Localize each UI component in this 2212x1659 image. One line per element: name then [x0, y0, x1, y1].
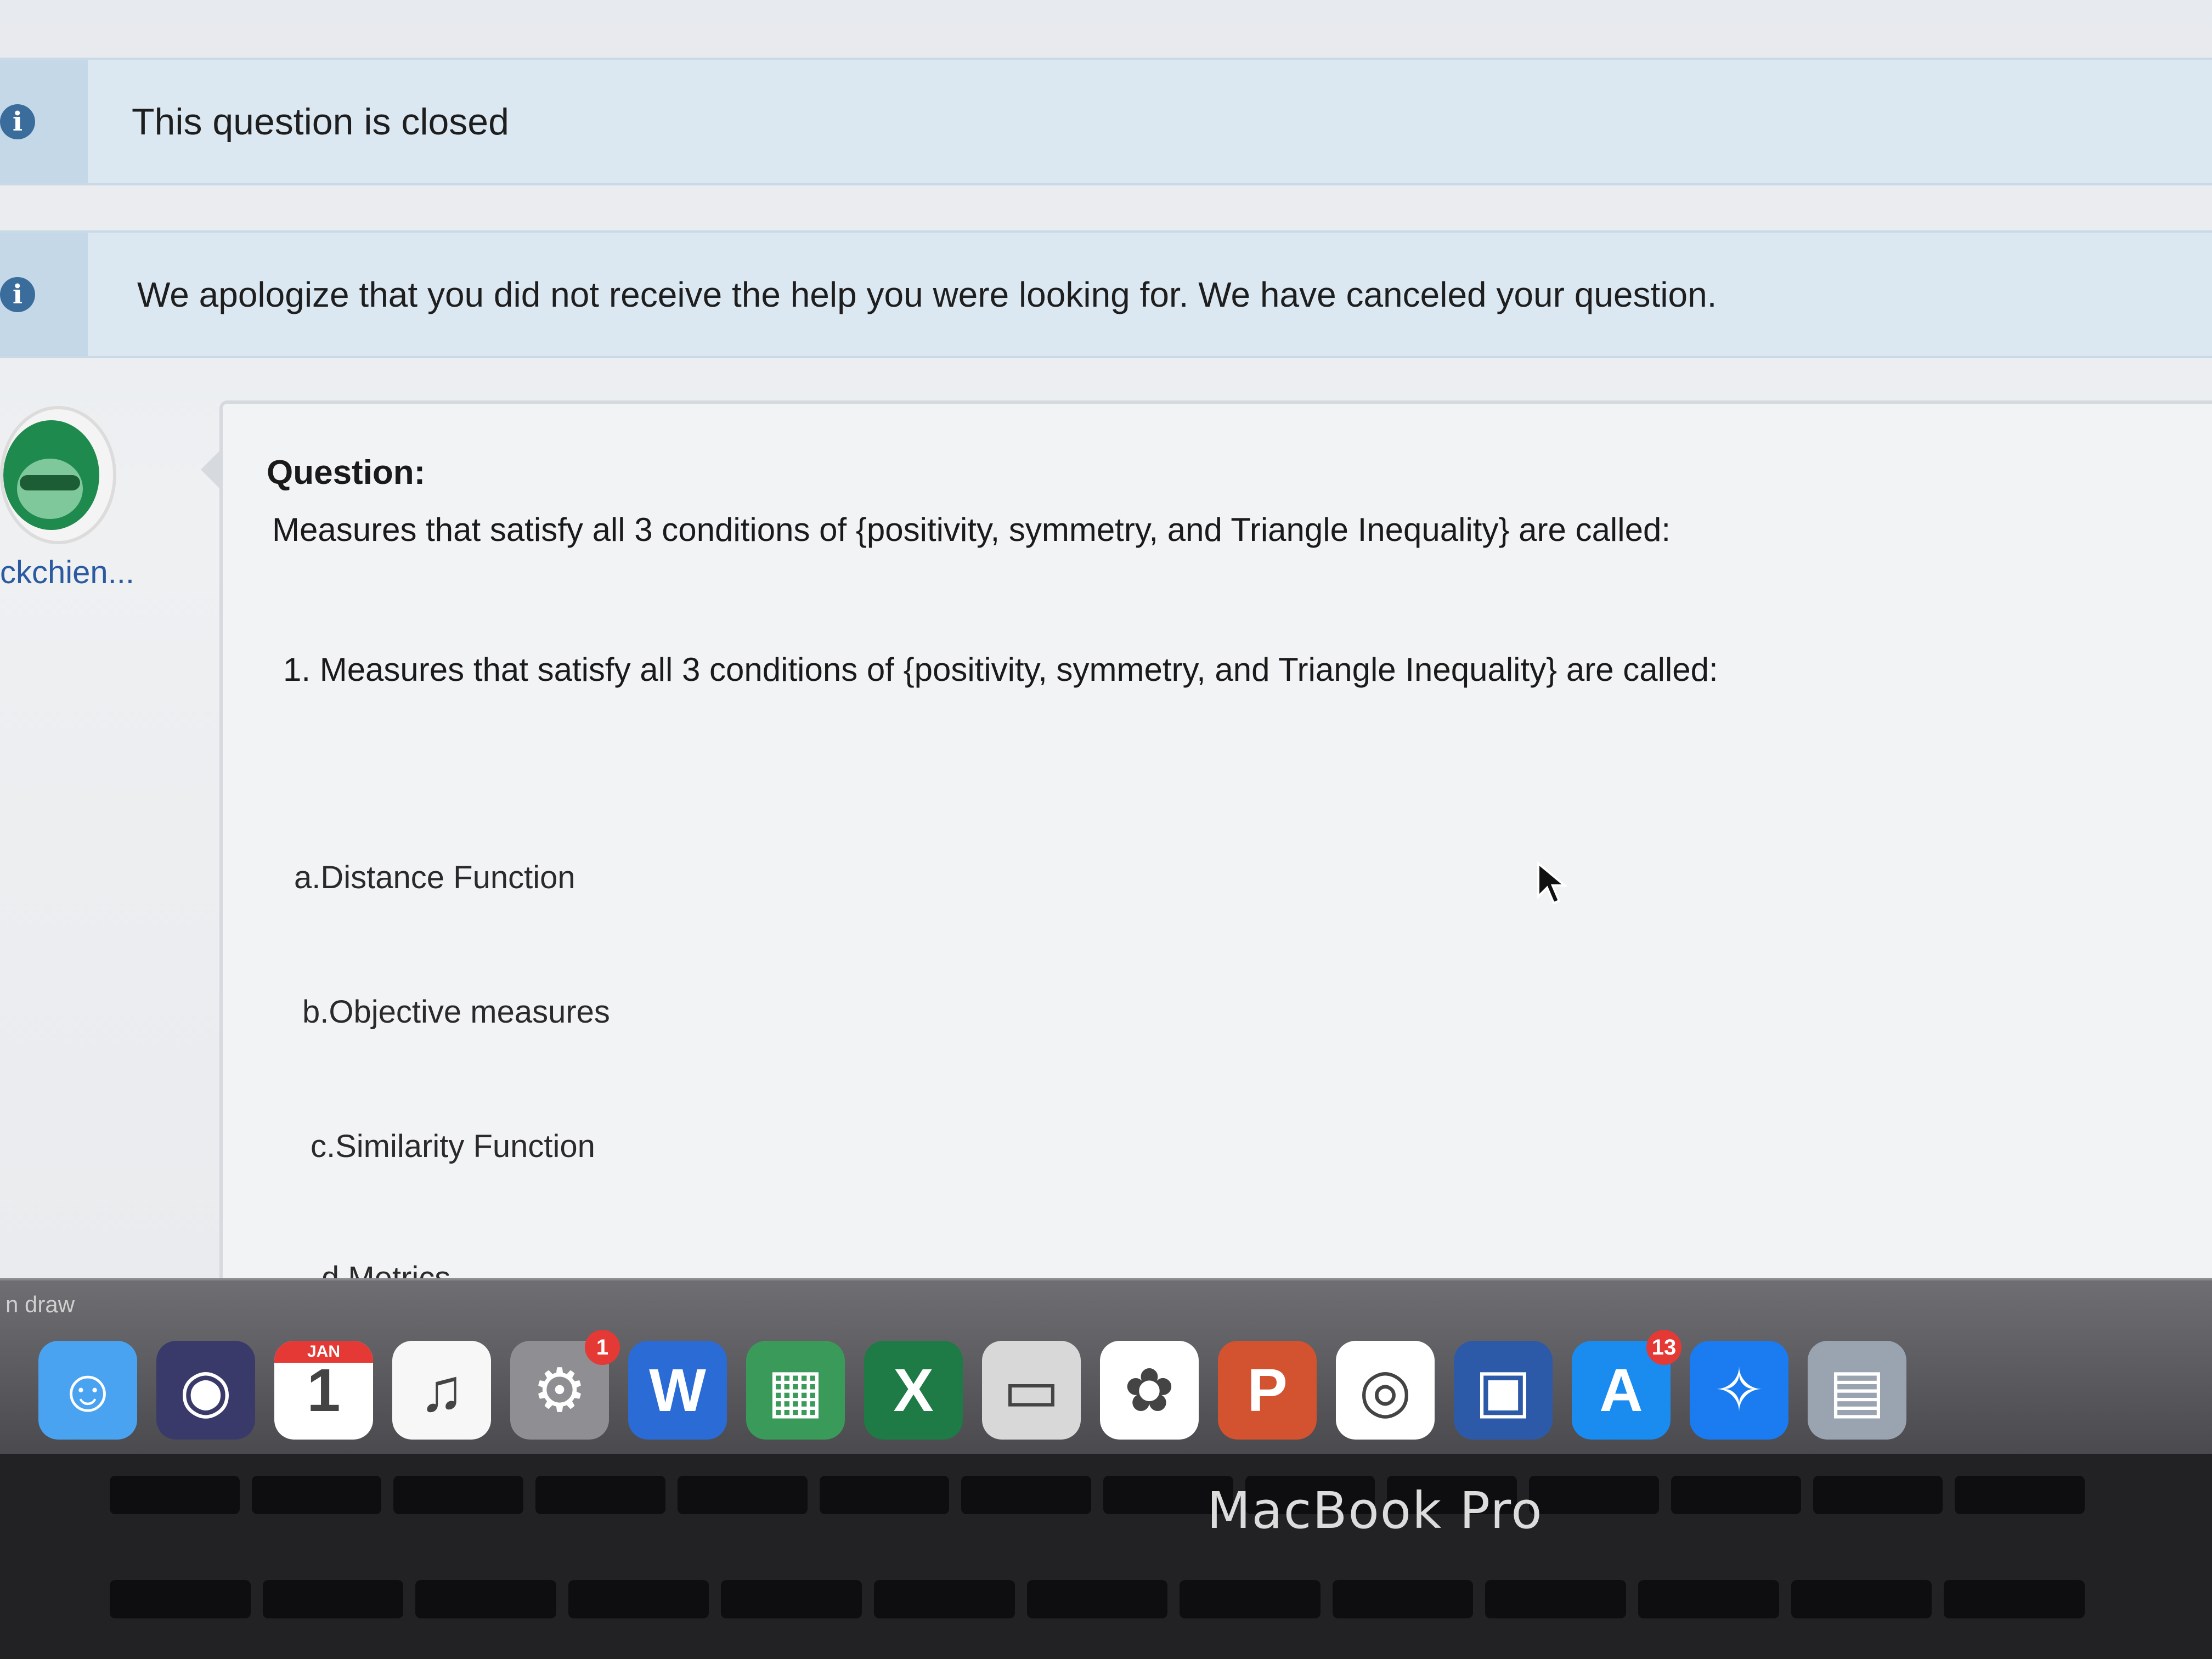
app-store-icon[interactable]: A 13 [1572, 1330, 1681, 1440]
dock: n draw ☺ ◉ JAN 1 ♫ ⚙ 1 W ▦ X ▭ ✿ P ◎ ▣ A 13 ✧ ▤ [0, 1278, 2212, 1456]
asker-username-link[interactable]: ckchien... [0, 554, 134, 591]
dock-icon-glyph: ◉ [179, 1357, 232, 1424]
laptop-brand-label: MacBook Pro [1207, 1481, 1543, 1540]
dock-icon-glyph: ▤ [1829, 1357, 1886, 1424]
notice-message: We apologize that you did not receive th… [137, 274, 1717, 314]
photos-icon[interactable]: ✿ [1100, 1341, 1199, 1440]
question-heading: Question: [267, 454, 426, 492]
finder-icon[interactable]: ☺ [38, 1341, 137, 1440]
dock-icon-glyph: A [1599, 1356, 1643, 1424]
utilities-icon[interactable]: ▦ [746, 1341, 845, 1440]
key-row [110, 1580, 2085, 1618]
keyboard [0, 1454, 2212, 1659]
avatar[interactable] [0, 406, 116, 544]
dock-icon-glyph: P [1247, 1356, 1288, 1424]
dock-icon-glyph: ▣ [1475, 1357, 1532, 1424]
system-preferences-icon[interactable]: ⚙ 1 [510, 1330, 620, 1440]
dock-icon-glyph: X [893, 1356, 934, 1424]
dock-icon-glyph: ♫ [419, 1356, 465, 1424]
question-item: 1. Measures that satisfy all 3 condition… [283, 651, 1718, 688]
info-icon: i [0, 276, 35, 312]
chrome-icon[interactable]: ◎ [1336, 1341, 1435, 1440]
answer-option: d.Metrics [321, 1260, 451, 1278]
browser-viewport: i This question is closed i We apologize… [0, 0, 2212, 1278]
key-row [110, 1476, 2085, 1514]
info-icon: i [0, 104, 35, 139]
dock-icon-glyph: ▦ [767, 1357, 824, 1424]
music-icon[interactable]: ♫ [392, 1341, 491, 1440]
notice-sidebar: i [0, 233, 88, 356]
word-icon[interactable]: W [628, 1341, 727, 1440]
dock-icon-glyph: W [649, 1356, 706, 1424]
dock-icon-glyph: ▭ [1003, 1357, 1060, 1424]
calendar-month: JAN [274, 1341, 373, 1363]
question-body: Measures that satisfy all 3 conditions o… [272, 511, 1671, 548]
mouse-pointer-icon [1537, 861, 1568, 905]
answer-option: a.Distance Function [294, 860, 575, 895]
answer-option: c.Similarity Function [311, 1128, 595, 1164]
answer-option: b.Objective measures [302, 994, 610, 1030]
closed-notice: i This question is closed [0, 58, 2212, 185]
dock-icon-glyph: ☺ [57, 1356, 119, 1424]
avatar-mask [20, 475, 80, 490]
dock-icon-glyph: ✿ [1124, 1357, 1175, 1424]
virtualbox-icon[interactable]: ▣ [1454, 1341, 1553, 1440]
app-label: n draw [5, 1291, 75, 1317]
notification-badge: 1 [585, 1330, 620, 1365]
dock-icon-glyph: ⚙ [532, 1357, 587, 1424]
dock-icon-glyph: ✧ [1713, 1357, 1765, 1424]
dock-icon-glyph: ◎ [1359, 1357, 1412, 1424]
calendar-icon[interactable]: JAN 1 [274, 1341, 373, 1440]
safari-icon[interactable]: ✧ [1690, 1341, 1788, 1440]
powerpoint-icon[interactable]: P [1218, 1341, 1317, 1440]
image-capture-icon[interactable]: ▤ [1808, 1341, 1906, 1440]
dock-icon-glyph: 1 [307, 1356, 341, 1424]
notice-sidebar: i [0, 60, 88, 183]
question-card: Question: Measures that satisfy all 3 co… [201, 400, 2212, 1278]
siri-icon[interactable]: ◉ [156, 1341, 255, 1440]
notice-message: This question is closed [132, 100, 509, 143]
canceled-notice: i We apologize that you did not receive … [0, 230, 2212, 358]
excel-icon[interactable]: X [864, 1341, 963, 1440]
notification-badge: 13 [1646, 1330, 1681, 1365]
preview-icon[interactable]: ▭ [982, 1341, 1081, 1440]
